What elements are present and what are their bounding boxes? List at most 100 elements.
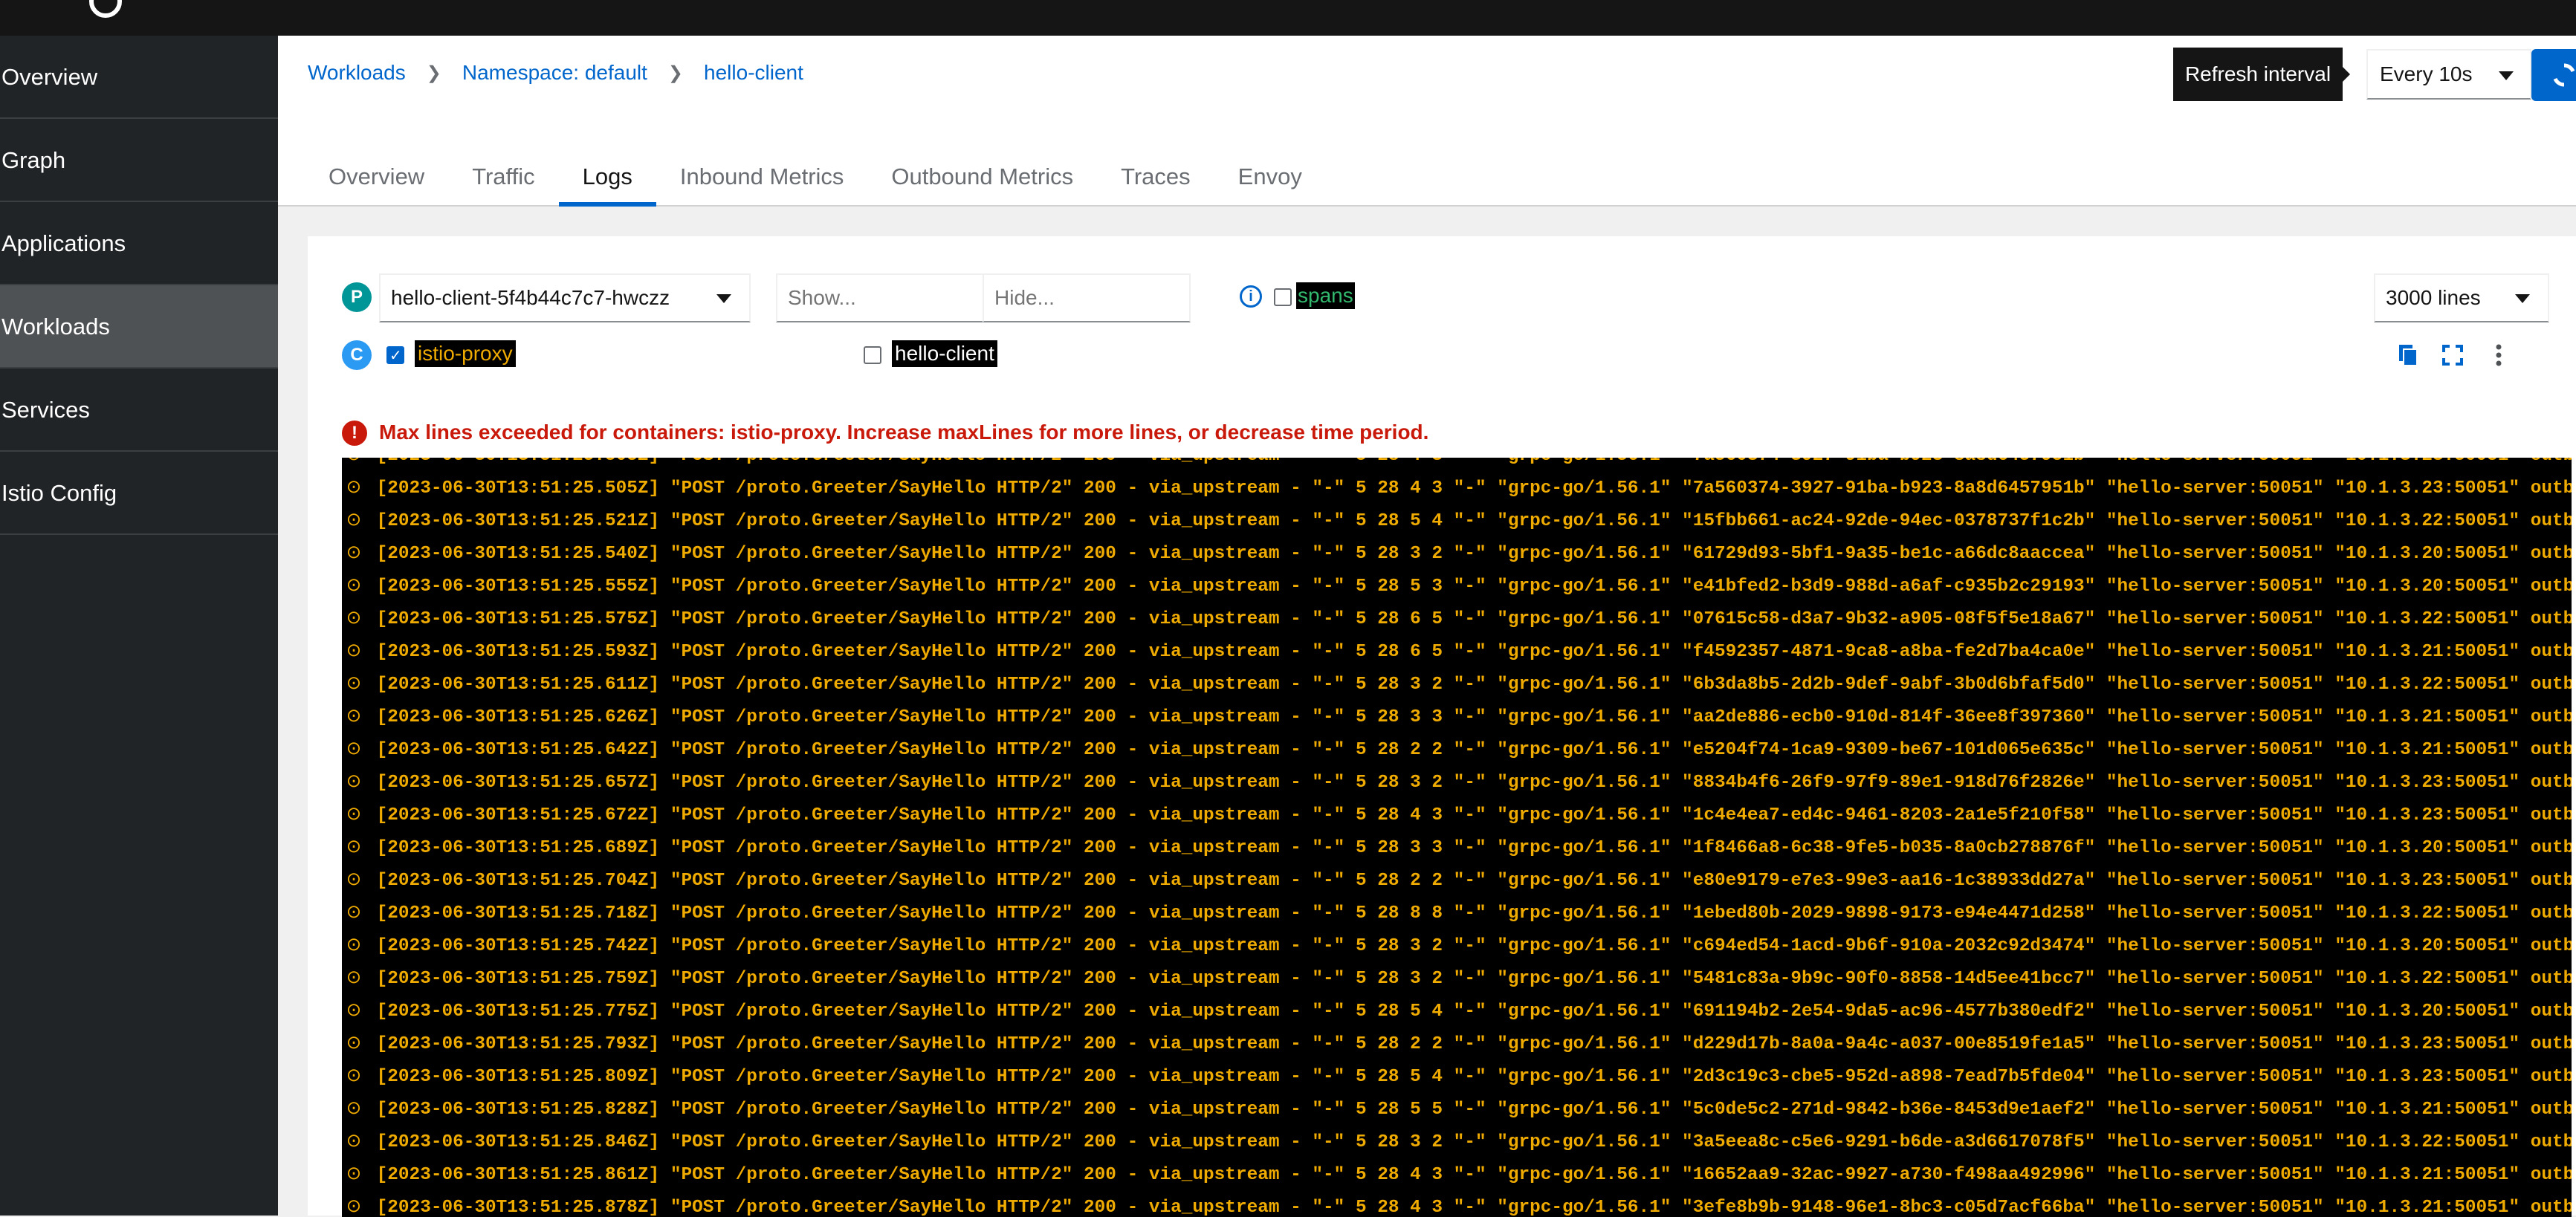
workload-tabs: Overview Traffic Logs Inbound Metrics Ou… <box>305 160 1326 207</box>
refresh-interval-value: Every 10s <box>2380 62 2473 85</box>
log-line-text: [2023-06-30T13:51:25.540Z] "POST /proto.… <box>376 544 2572 564</box>
log-line: ⊙ [2023-06-30T13:51:25.555Z] "POST /prot… <box>342 571 2572 603</box>
spans-label: spans <box>1296 282 1355 309</box>
nav-item-label: Istio Config <box>1 480 117 506</box>
nav-item-label: Workloads <box>1 314 110 340</box>
nav-item-services[interactable]: Services <box>0 369 278 452</box>
container-checkbox-hello-client[interactable] <box>864 346 881 364</box>
nav-item-applications[interactable]: Applications <box>0 202 278 285</box>
tab-traffic[interactable]: Traffic <box>448 160 558 207</box>
info-icon[interactable]: i <box>1240 285 1262 308</box>
breadcrumb-workloads[interactable]: Workloads <box>308 61 406 85</box>
log-line: ⊙ [2023-06-30T13:51:25.657Z] "POST /prot… <box>342 767 2572 799</box>
logo-icon[interactable] <box>89 0 122 18</box>
log-line-text: [2023-06-30T13:51:25.759Z] "POST /proto.… <box>376 969 2572 989</box>
log-line: ⊙ [2023-06-30T13:51:25.878Z] "POST /prot… <box>342 1192 2572 1217</box>
log-line: ⊙ [2023-06-30T13:51:25.742Z] "POST /prot… <box>342 930 2572 963</box>
clock-icon: ⊙ <box>346 1198 362 1217</box>
container-badge: C <box>342 340 372 370</box>
log-line: ⊙ [2023-06-30T13:51:25.775Z] "POST /prot… <box>342 996 2572 1028</box>
clock-icon: ⊙ <box>346 707 362 727</box>
tab-overview[interactable]: Overview <box>305 160 448 207</box>
clock-icon: ⊙ <box>346 903 362 924</box>
log-line-text: [2023-06-30T13:51:25.793Z] "POST /proto.… <box>376 1034 2572 1054</box>
log-line-text: [2023-06-30T13:51:25.672Z] "POST /proto.… <box>376 805 2572 825</box>
log-line: ⊙ [2023-06-30T13:51:25.846Z] "POST /prot… <box>342 1126 2572 1159</box>
fullscreen-icon[interactable] <box>2438 340 2467 370</box>
log-line: ⊙ [2023-06-30T13:51:25.505Z] "POST /prot… <box>342 473 2572 505</box>
clock-icon: ⊙ <box>346 871 362 891</box>
log-output[interactable]: ⊙ [2023-06-30T13:51:25.505Z] "POST /prot… <box>342 458 2572 1217</box>
container-selector: C istio-proxy hello-client <box>342 337 2572 374</box>
tooltip-arrow <box>2343 67 2350 82</box>
container-checkbox-istio-proxy[interactable] <box>386 346 404 364</box>
max-lines-select[interactable]: 3000 lines <box>2374 273 2549 322</box>
tab-logs[interactable]: Logs <box>558 160 657 207</box>
clock-icon: ⊙ <box>346 511 362 531</box>
clock-icon: ⊙ <box>346 478 362 499</box>
tab-outbound-metrics[interactable]: Outbound Metrics <box>867 160 1097 207</box>
tab-traces[interactable]: Traces <box>1097 160 1214 207</box>
log-line-text: [2023-06-30T13:51:25.742Z] "POST /proto.… <box>376 936 2572 956</box>
log-line-text: [2023-06-30T13:51:25.828Z] "POST /proto.… <box>376 1100 2572 1120</box>
log-line-text: [2023-06-30T13:51:25.846Z] "POST /proto.… <box>376 1132 2572 1152</box>
main-content: Workloads ❯ Namespace: default ❯ hello-c… <box>278 36 2576 1217</box>
refresh-button[interactable] <box>2531 49 2576 101</box>
kebab-menu-icon[interactable] <box>2484 340 2514 370</box>
log-line-text: [2023-06-30T13:51:25.593Z] "POST /proto.… <box>376 642 2572 662</box>
exclamation-circle-icon: ! <box>342 421 367 446</box>
copy-icon[interactable] <box>2392 340 2421 370</box>
log-line: ⊙ [2023-06-30T13:51:25.828Z] "POST /prot… <box>342 1094 2572 1126</box>
log-line-text: [2023-06-30T13:51:25.861Z] "POST /proto.… <box>376 1165 2572 1185</box>
log-line-text: [2023-06-30T13:51:25.505Z] "POST /proto.… <box>377 458 2572 466</box>
log-line: ⊙ [2023-06-30T13:51:25.540Z] "POST /prot… <box>342 538 2572 571</box>
clock-icon: ⊙ <box>346 740 362 760</box>
log-line: ⊙ [2023-06-30T13:51:25.505Z] "POST /prot… <box>342 458 2572 473</box>
log-line: ⊙ [2023-06-30T13:51:25.759Z] "POST /prot… <box>342 963 2572 996</box>
refresh-interval-select[interactable]: Every 10s <box>2366 49 2531 100</box>
tab-envoy[interactable]: Envoy <box>1214 160 1326 207</box>
log-line: ⊙ [2023-06-30T13:51:25.521Z] "POST /prot… <box>342 505 2572 538</box>
nav-item-graph[interactable]: Graph <box>0 119 278 202</box>
nav-item-workloads[interactable]: Workloads <box>0 285 278 369</box>
page-header: Workloads ❯ Namespace: default ❯ hello-c… <box>278 36 2576 207</box>
sync-icon <box>2553 63 2575 87</box>
log-line: ⊙ [2023-06-30T13:51:25.704Z] "POST /prot… <box>342 865 2572 898</box>
breadcrumb-namespace[interactable]: Namespace: default <box>462 61 647 85</box>
container-label-istio-proxy: istio-proxy <box>415 340 516 367</box>
logs-panel: P hello-client-5f4b44c7c7-hwczz i spans … <box>308 236 2576 1217</box>
pod-badge: P <box>342 282 372 312</box>
clock-icon: ⊙ <box>346 544 362 564</box>
masthead <box>0 0 2576 36</box>
log-line-text: [2023-06-30T13:51:25.689Z] "POST /proto.… <box>376 838 2572 858</box>
clock-icon: ⊙ <box>346 805 362 825</box>
clock-icon: ⊙ <box>346 675 362 695</box>
clock-icon: ⊙ <box>346 1100 362 1120</box>
log-line: ⊙ [2023-06-30T13:51:25.861Z] "POST /prot… <box>342 1159 2572 1192</box>
clock-icon: ⊙ <box>342 458 366 473</box>
clock-icon: ⊙ <box>346 642 362 662</box>
pod-select[interactable]: hello-client-5f4b44c7c7-hwczz <box>379 273 751 322</box>
spans-checkbox[interactable] <box>1274 288 1292 306</box>
breadcrumb-separator-icon: ❯ <box>667 62 684 83</box>
hide-filter-input[interactable] <box>983 273 1191 322</box>
log-line: ⊙ [2023-06-30T13:51:25.642Z] "POST /prot… <box>342 734 2572 767</box>
log-line: ⊙ [2023-06-30T13:51:25.626Z] "POST /prot… <box>342 701 2572 734</box>
refresh-interval-tooltip: Refresh interval <box>2173 48 2350 101</box>
clock-icon: ⊙ <box>346 936 362 956</box>
show-filter-input[interactable] <box>776 273 984 322</box>
nav-item-label: Applications <box>1 230 126 256</box>
clock-icon: ⊙ <box>346 773 362 793</box>
nav-item-istio-config[interactable]: Istio Config <box>0 452 278 535</box>
breadcrumb-workload[interactable]: hello-client <box>704 61 803 85</box>
nav-item-overview[interactable]: Overview <box>0 36 278 119</box>
tab-inbound-metrics[interactable]: Inbound Metrics <box>656 160 868 207</box>
sidebar-nav: Overview Graph Applications Workloads Se… <box>0 36 278 1216</box>
log-line-text: [2023-06-30T13:51:25.642Z] "POST /proto.… <box>376 740 2572 760</box>
log-line: ⊙ [2023-06-30T13:51:25.689Z] "POST /prot… <box>342 832 2572 865</box>
log-line: ⊙ [2023-06-30T13:51:25.575Z] "POST /prot… <box>342 603 2572 636</box>
log-line-text: [2023-06-30T13:51:25.704Z] "POST /proto.… <box>376 871 2572 891</box>
log-line-text: [2023-06-30T13:51:25.718Z] "POST /proto.… <box>376 903 2572 924</box>
max-lines-alert: ! Max lines exceeded for containers: ist… <box>342 418 2572 452</box>
caret-down-icon <box>2515 294 2530 303</box>
